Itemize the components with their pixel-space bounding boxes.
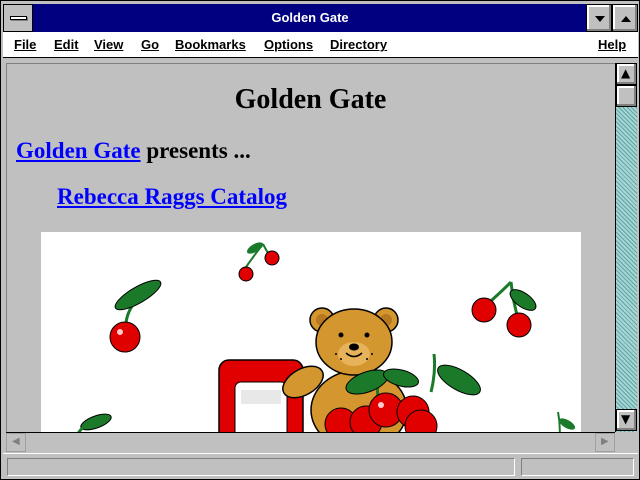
- menu-bookmarks[interactable]: Bookmarks: [175, 37, 246, 52]
- menu-view[interactable]: View: [94, 37, 123, 52]
- cherry-bottom-right: [557, 411, 576, 432]
- scroll-up-icon: ▲: [621, 66, 631, 80]
- menu-file[interactable]: File: [14, 37, 36, 52]
- cherry-right: [471, 280, 537, 338]
- scroll-left-icon: ◀: [12, 436, 20, 447]
- menu-directory[interactable]: Directory: [330, 37, 387, 52]
- page-heading: Golden Gate: [234, 84, 387, 115]
- status-bar: [3, 453, 638, 479]
- scroll-up-button[interactable]: ▲: [616, 63, 637, 85]
- cherry-left: [109, 279, 162, 353]
- cherry-bottom-left: [77, 413, 112, 432]
- system-menu-icon[interactable]: [3, 4, 33, 32]
- maximize-button[interactable]: [612, 4, 638, 32]
- scroll-down-icon: ▼: [621, 412, 631, 426]
- scroll-right-icon: ▶: [601, 436, 609, 447]
- presents-text: presents ...: [140, 138, 251, 163]
- catalog-illustration: [77, 242, 576, 432]
- maximize-icon: [621, 16, 631, 22]
- catalog-image[interactable]: [41, 232, 581, 432]
- document-view[interactable]: Golden Gate Golden Gate presents ... Reb…: [6, 63, 615, 432]
- menu-options[interactable]: Options: [264, 37, 313, 52]
- cherry-cluster-top: [238, 242, 280, 282]
- menu-edit[interactable]: Edit: [54, 37, 79, 52]
- catalog-link[interactable]: Rebecca Raggs Catalog: [57, 184, 287, 209]
- presents-line: Golden Gate presents ...: [16, 138, 251, 164]
- scroll-thumb[interactable]: [616, 85, 637, 107]
- menu-bar: File Edit View Go Bookmarks Options Dire…: [3, 32, 638, 58]
- vertical-scrollbar[interactable]: ▲ ▼: [615, 63, 637, 432]
- golden-gate-link[interactable]: Golden Gate: [16, 138, 141, 163]
- minimize-button[interactable]: [586, 4, 612, 32]
- scroll-corner: [615, 432, 637, 452]
- horizontal-scrollbar[interactable]: ◀ ▶: [6, 432, 615, 452]
- scroll-right-button[interactable]: ▶: [595, 433, 615, 452]
- catalog-line: Rebecca Raggs Catalog: [57, 184, 287, 210]
- minimize-icon: [595, 16, 605, 22]
- window-title: Golden Gate: [271, 10, 349, 25]
- status-text: [7, 458, 515, 476]
- scroll-down-button[interactable]: ▼: [616, 409, 637, 431]
- menu-go[interactable]: Go: [141, 37, 159, 52]
- menu-help[interactable]: Help: [598, 37, 626, 52]
- status-progress: [521, 458, 634, 476]
- scroll-left-button[interactable]: ◀: [6, 433, 26, 452]
- browser-window: Golden Gate File Edit View Go Bookmarks …: [0, 0, 640, 480]
